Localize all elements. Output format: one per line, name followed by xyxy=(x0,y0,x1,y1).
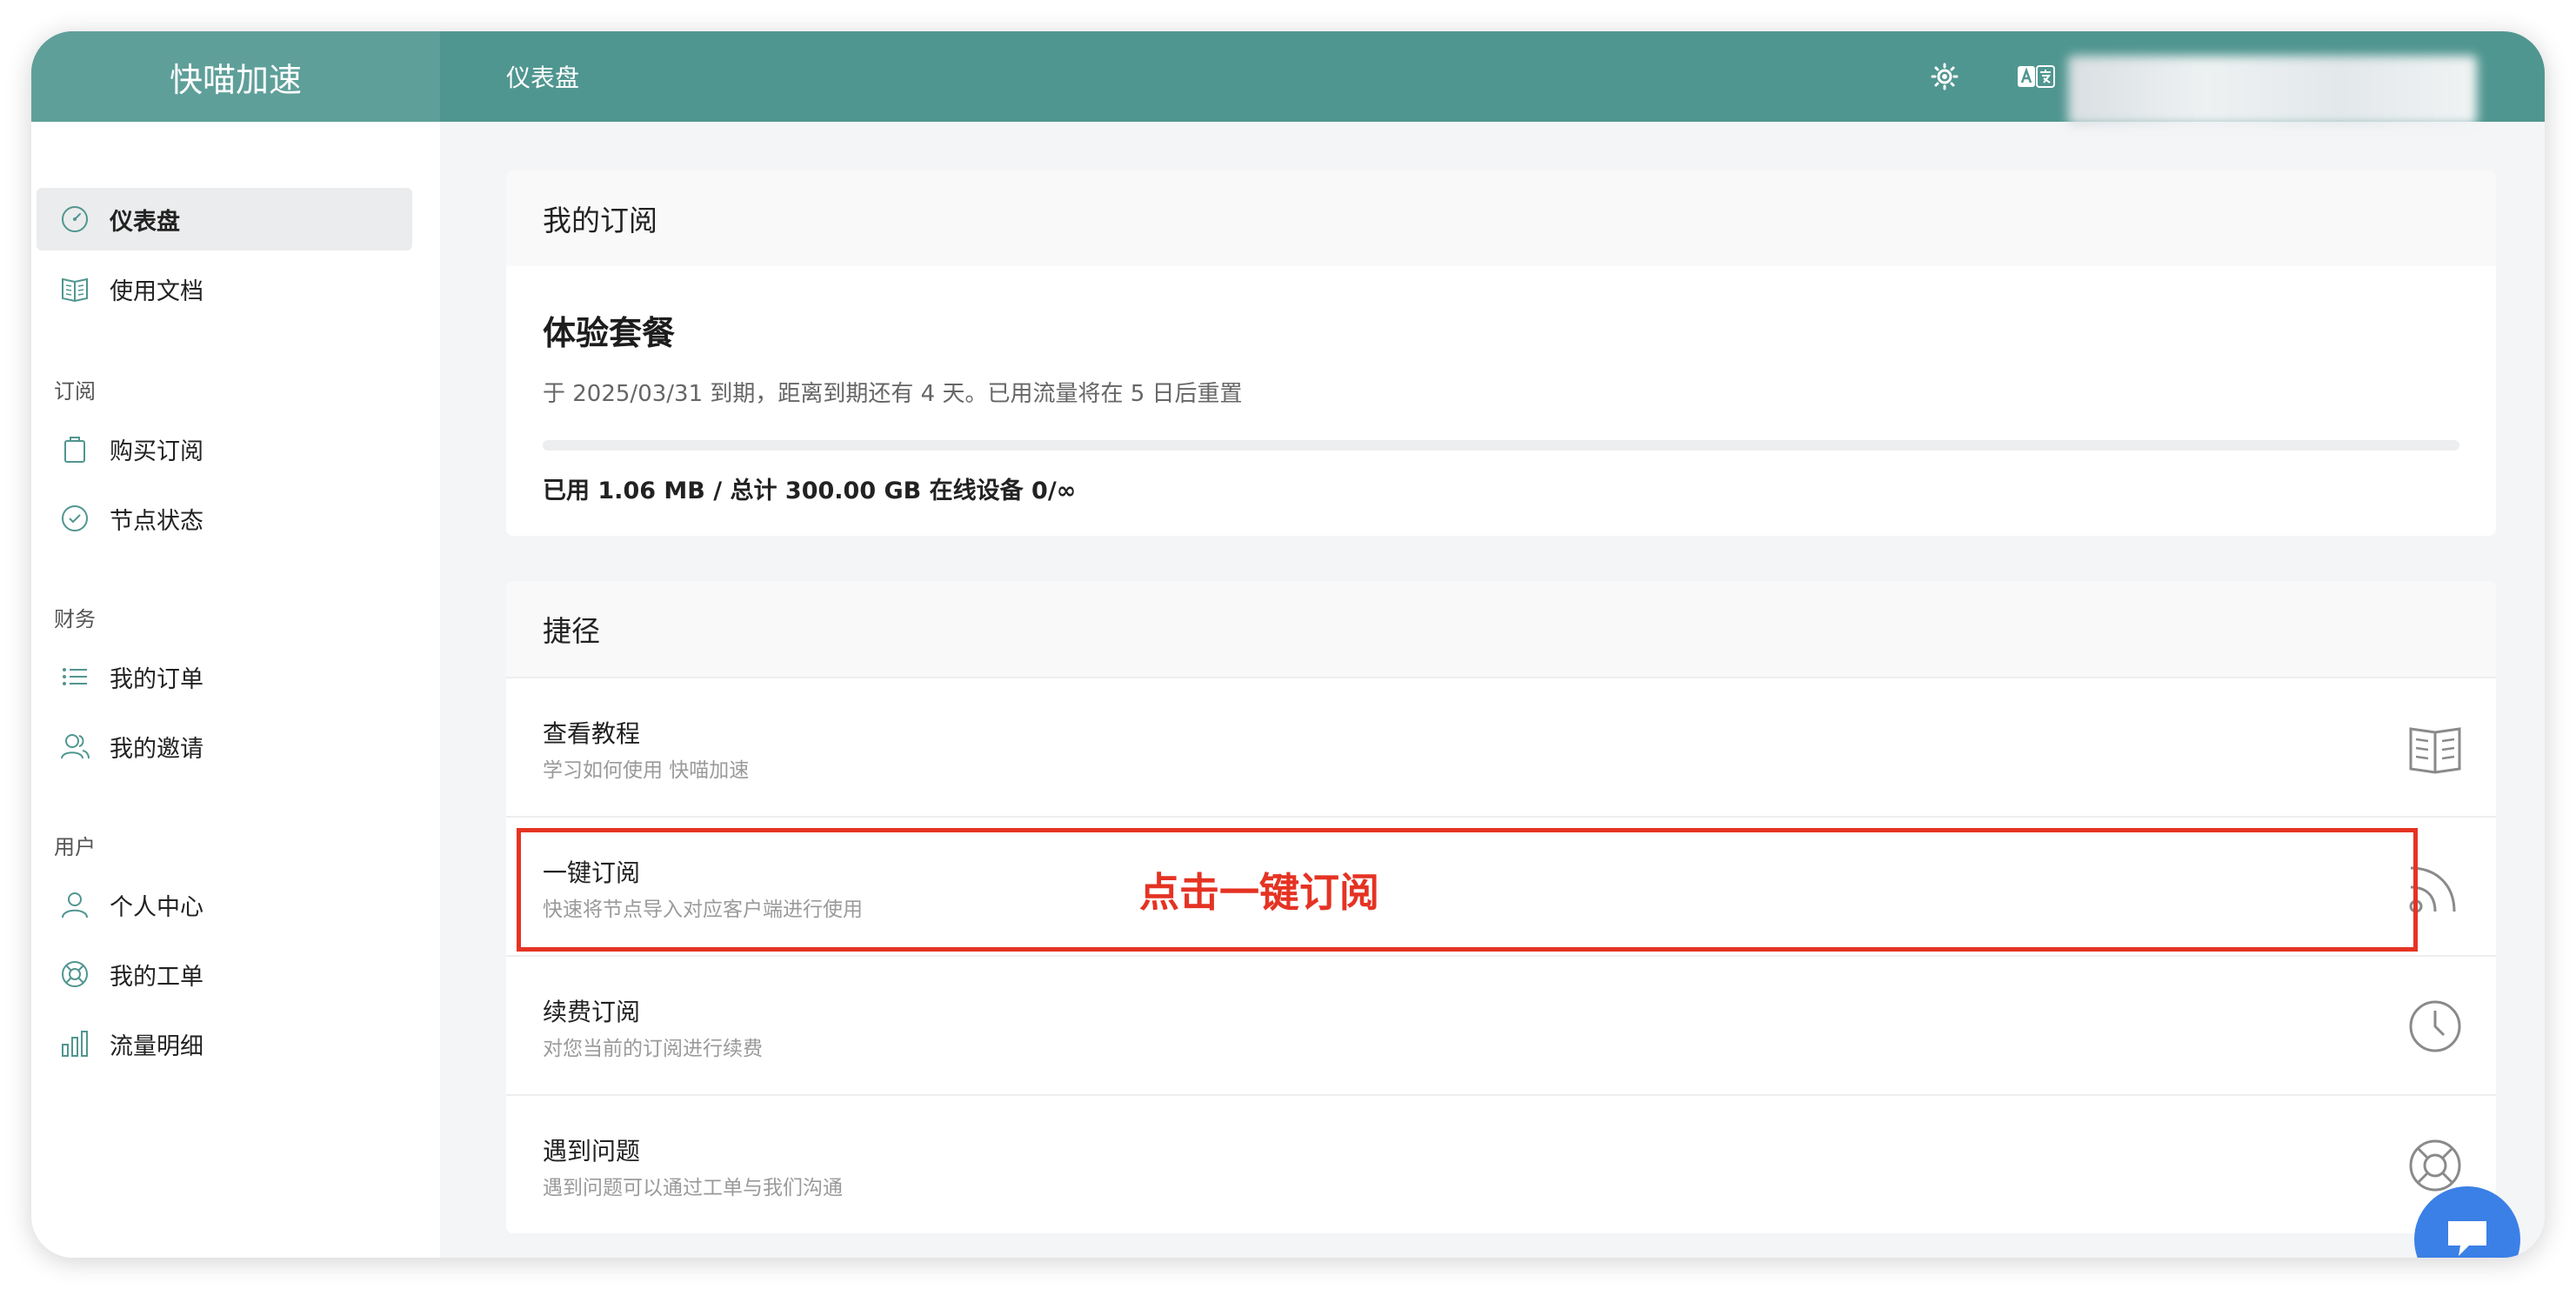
plan-expiry-description: 于 2025/03/31 到期，距离到期还有 4 天。已用流量将在 5 日后重置 xyxy=(543,381,1243,407)
sidebar-item-label: 我的工单 xyxy=(110,963,204,991)
shortcut-description: 对您当前的订阅进行续费 xyxy=(543,1038,763,1060)
sidebar: 仪表盘 使用文档 订阅 购买订阅 节点状态 财务 我的订单 我的邀请 用户 个人… xyxy=(31,122,440,1258)
subscription-card-header: 我的订阅 xyxy=(506,170,2496,266)
sidebar-item-label: 我的订单 xyxy=(110,665,204,693)
sidebar-item-label: 仪表盘 xyxy=(110,208,180,236)
book-icon xyxy=(59,273,90,304)
dashboard-icon xyxy=(59,204,90,235)
shortcut-view-tutorial[interactable]: 查看教程 学习如何使用 快喵加速 xyxy=(506,677,2496,816)
sidebar-item-my-tickets[interactable]: 我的工单 xyxy=(37,943,412,1005)
user-icon xyxy=(59,889,90,920)
clock-icon xyxy=(2404,995,2466,1058)
shortcut-description: 遇到问题可以通过工单与我们沟通 xyxy=(543,1177,843,1199)
theme-toggle-sun-icon[interactable] xyxy=(1927,59,1962,94)
shortcut-title: 遇到问题 xyxy=(543,1137,641,1165)
sidebar-group-label: 用户 xyxy=(54,835,96,859)
list-icon xyxy=(59,661,90,692)
subscription-card: 我的订阅 体验套餐 于 2025/03/31 到期，距离到期还有 4 天。已用流… xyxy=(506,170,2496,536)
sidebar-item-label: 个人中心 xyxy=(110,893,204,921)
shortcuts-card-header: 捷径 xyxy=(506,581,2496,677)
sidebar-item-my-invites[interactable]: 我的邀请 xyxy=(37,715,412,778)
sidebar-item-dashboard[interactable]: 仪表盘 xyxy=(37,188,412,250)
sidebar-group-label: 订阅 xyxy=(54,379,96,404)
shortcut-get-help[interactable]: 遇到问题 遇到问题可以通过工单与我们沟通 xyxy=(506,1094,2496,1233)
sidebar-item-my-orders[interactable]: 我的订单 xyxy=(37,645,412,708)
annotation-highlight-box xyxy=(517,828,2418,952)
sidebar-item-label: 流量明细 xyxy=(110,1032,204,1060)
lifebuoy-icon xyxy=(59,958,90,990)
language-translate-icon[interactable] xyxy=(2014,59,2058,94)
sidebar-item-label: 节点状态 xyxy=(110,507,204,535)
traffic-progress-bar xyxy=(543,440,2459,451)
sidebar-item-traffic-details[interactable]: 流量明细 xyxy=(37,1012,412,1075)
annotation-text: 点击一键订阅 xyxy=(1139,869,1379,916)
plan-name: 体验套餐 xyxy=(543,314,676,352)
shortcut-description: 学习如何使用 快喵加速 xyxy=(543,759,750,782)
bar-chart-icon xyxy=(59,1028,90,1059)
shortcut-title: 查看教程 xyxy=(543,719,641,748)
top-header: 快喵加速 仪表盘 xyxy=(31,31,2545,125)
users-icon xyxy=(59,731,90,762)
sidebar-item-docs[interactable]: 使用文档 xyxy=(37,257,412,320)
chat-bubble-icon xyxy=(2443,1216,2492,1258)
app-window: 快喵加速 仪表盘 仪表盘 使用文档 订阅 购买订阅 节点状态 财务 我的订单 我… xyxy=(31,31,2545,1258)
user-account-menu[interactable] xyxy=(2068,56,2477,125)
brand-logo[interactable]: 快喵加速 xyxy=(31,31,440,122)
sidebar-item-label: 我的邀请 xyxy=(110,735,204,763)
traffic-usage-text: 已用 1.06 MB / 总计 300.00 GB 在线设备 0/∞ xyxy=(543,478,1077,504)
sidebar-item-profile[interactable]: 个人中心 xyxy=(37,873,412,936)
shortcut-renew-subscription[interactable]: 续费订阅 对您当前的订阅进行续费 xyxy=(506,955,2496,1094)
shortcut-title: 续费订阅 xyxy=(543,998,641,1026)
shopping-bag-icon xyxy=(59,433,90,464)
book-icon xyxy=(2404,717,2466,779)
check-circle-icon xyxy=(59,503,90,534)
sidebar-item-label: 使用文档 xyxy=(110,277,204,305)
page-title: 仪表盘 xyxy=(506,63,580,92)
sidebar-item-buy-subscription[interactable]: 购买订阅 xyxy=(37,417,412,480)
sidebar-group-label: 财务 xyxy=(54,607,96,631)
sidebar-item-node-status[interactable]: 节点状态 xyxy=(37,487,412,550)
sidebar-item-label: 购买订阅 xyxy=(110,437,204,465)
